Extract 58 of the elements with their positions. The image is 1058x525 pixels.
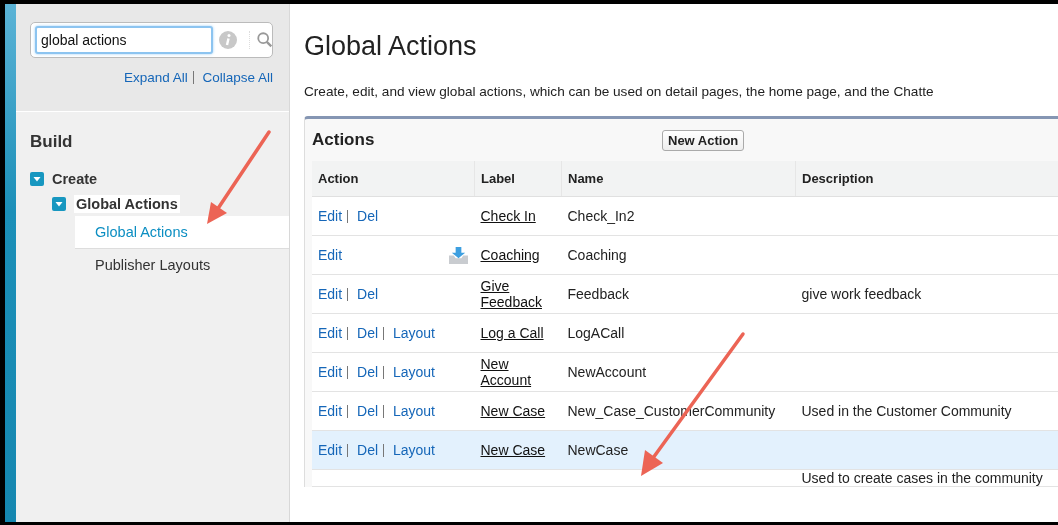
table-row[interactable]: Edit Del Layout New Case NewCase	[312, 430, 1058, 470]
action-link[interactable]: Del	[357, 208, 379, 224]
section-heading: Build	[29, 132, 74, 152]
table-row[interactable]: Used to create cases in the community	[312, 469, 1058, 487]
table-cell: LogACall	[567, 325, 625, 341]
action-link[interactable]: Edit	[318, 247, 343, 263]
table-cell: NewCase	[567, 442, 629, 458]
tree-item[interactable]: Publisher Layouts	[75, 249, 289, 281]
column-header: Label	[474, 161, 562, 197]
label-link[interactable]: New Account	[480, 356, 556, 388]
table-cell: NewAccount	[567, 364, 647, 380]
tree-item[interactable]: Global Actions	[74, 194, 180, 213]
search-field[interactable]: global actions	[30, 22, 273, 58]
label-link[interactable]: Coaching	[480, 247, 540, 263]
column-header: Description	[795, 161, 1058, 197]
column-header: Action	[312, 161, 475, 197]
action-link[interactable]: Layout	[392, 325, 435, 341]
collapse-icon[interactable]	[52, 196, 66, 211]
action-link[interactable]: Layout	[392, 364, 435, 380]
table-row[interactable]: Edit Coaching Coaching	[312, 235, 1058, 275]
table-row[interactable]: Edit Del Layout Log a Call LogACall	[312, 313, 1058, 353]
action-link[interactable]: Edit	[318, 286, 343, 302]
tree-item[interactable]: Global Actions	[75, 216, 289, 249]
table-row[interactable]: Edit Del Check In Check_In2	[312, 196, 1058, 236]
collapse-icon[interactable]	[30, 171, 44, 186]
label-link[interactable]: Log a Call	[480, 325, 544, 341]
label-link[interactable]: New Case	[480, 403, 546, 419]
action-link[interactable]: Del	[357, 442, 379, 458]
action-link[interactable]: Edit	[318, 364, 343, 380]
table-row[interactable]: Edit Del Give Feedback Feedback give work feedback	[312, 274, 1058, 314]
column-header: Name	[561, 161, 796, 197]
table-cell: Used in the Customer Community	[801, 403, 1012, 419]
table-cell: Coaching	[567, 247, 627, 263]
table-row[interactable]: Edit Del Layout New Account NewAccount	[312, 352, 1058, 392]
table-cell: give work feedback	[801, 286, 922, 302]
page-title: Global Actions	[304, 31, 478, 62]
label-link[interactable]: Give Feedback	[480, 278, 556, 310]
action-link[interactable]: Del	[357, 286, 379, 302]
tree-item[interactable]: Create	[52, 170, 98, 187]
tree-toggle-link[interactable]: Expand All	[123, 70, 188, 85]
action-link[interactable]: Del	[357, 403, 379, 419]
action-link[interactable]: Edit	[318, 403, 343, 419]
table-cell: Feedback	[567, 286, 629, 302]
action-link[interactable]: Edit	[318, 442, 343, 458]
action-link[interactable]: Edit	[318, 325, 343, 341]
tree-toggle-link[interactable]: Collapse All	[202, 70, 273, 85]
action-link[interactable]: Edit	[318, 208, 343, 224]
action-link[interactable]: Del	[357, 364, 379, 380]
action-link[interactable]: Del	[357, 325, 379, 341]
action-link[interactable]: Layout	[392, 442, 435, 458]
page-description: Create, edit, and view global actions, which can be used on detail pages, the home page, and the Chatte	[304, 84, 935, 99]
new-action-button[interactable]: New Action	[662, 129, 745, 151]
label-link[interactable]: Check In	[480, 208, 536, 224]
table-cell: Used to create cases in the community	[801, 470, 1043, 486]
action-link[interactable]: Layout	[392, 403, 435, 419]
panel-title: Actions	[312, 130, 376, 150]
search-icon[interactable]	[249, 31, 274, 49]
table-cell: Check_In2	[567, 208, 635, 224]
